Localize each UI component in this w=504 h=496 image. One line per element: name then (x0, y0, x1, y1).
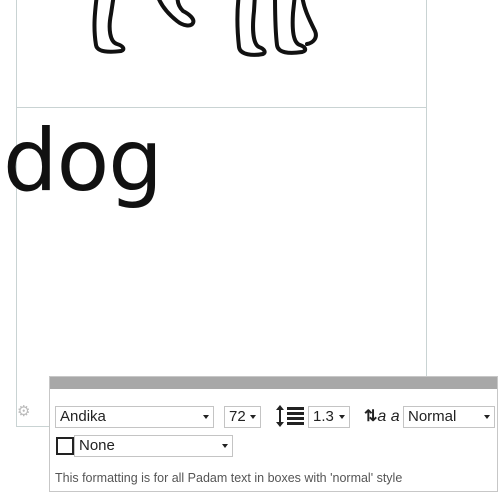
line-spacing-value: 1.3 (313, 408, 334, 425)
chevron-down-icon (222, 444, 228, 448)
line-spacing-select[interactable]: 1.3 (308, 406, 350, 428)
border-style-select[interactable]: None (74, 435, 233, 457)
text-style-value: Normal (408, 408, 457, 425)
style-arrows-icon: ⇅ (364, 408, 378, 425)
dog-drawing-image (92, 0, 318, 57)
formatting-note: This formatting is for all Padam text in… (55, 471, 403, 485)
font-select[interactable]: Andika (55, 406, 214, 428)
font-size-value: 72 (229, 408, 246, 425)
font-size-select[interactable]: 72 (224, 406, 261, 428)
border-style-value: None (79, 437, 115, 454)
image-panel[interactable] (16, 0, 427, 64)
chevron-down-icon (203, 415, 209, 419)
font-select-value: Andika (60, 408, 106, 425)
text-style-icon-label: a a (377, 408, 400, 425)
chevron-down-icon (484, 415, 490, 419)
chevron-down-icon (339, 415, 345, 419)
chevron-down-icon (250, 415, 256, 419)
line-spacing-icon (276, 405, 304, 427)
card-word[interactable]: dog (3, 118, 163, 204)
toolbar-drag-handle[interactable] (50, 377, 497, 389)
settings-gear-icon[interactable]: ⚙ (17, 404, 30, 419)
border-checkbox[interactable] (56, 437, 74, 455)
panel-gap (16, 62, 427, 107)
formatting-toolbar: Andika 72 1.3 ⇅a a Normal None This form… (49, 376, 498, 492)
text-style-select[interactable]: Normal (403, 406, 495, 428)
text-style-icon: ⇅a a (364, 407, 400, 427)
